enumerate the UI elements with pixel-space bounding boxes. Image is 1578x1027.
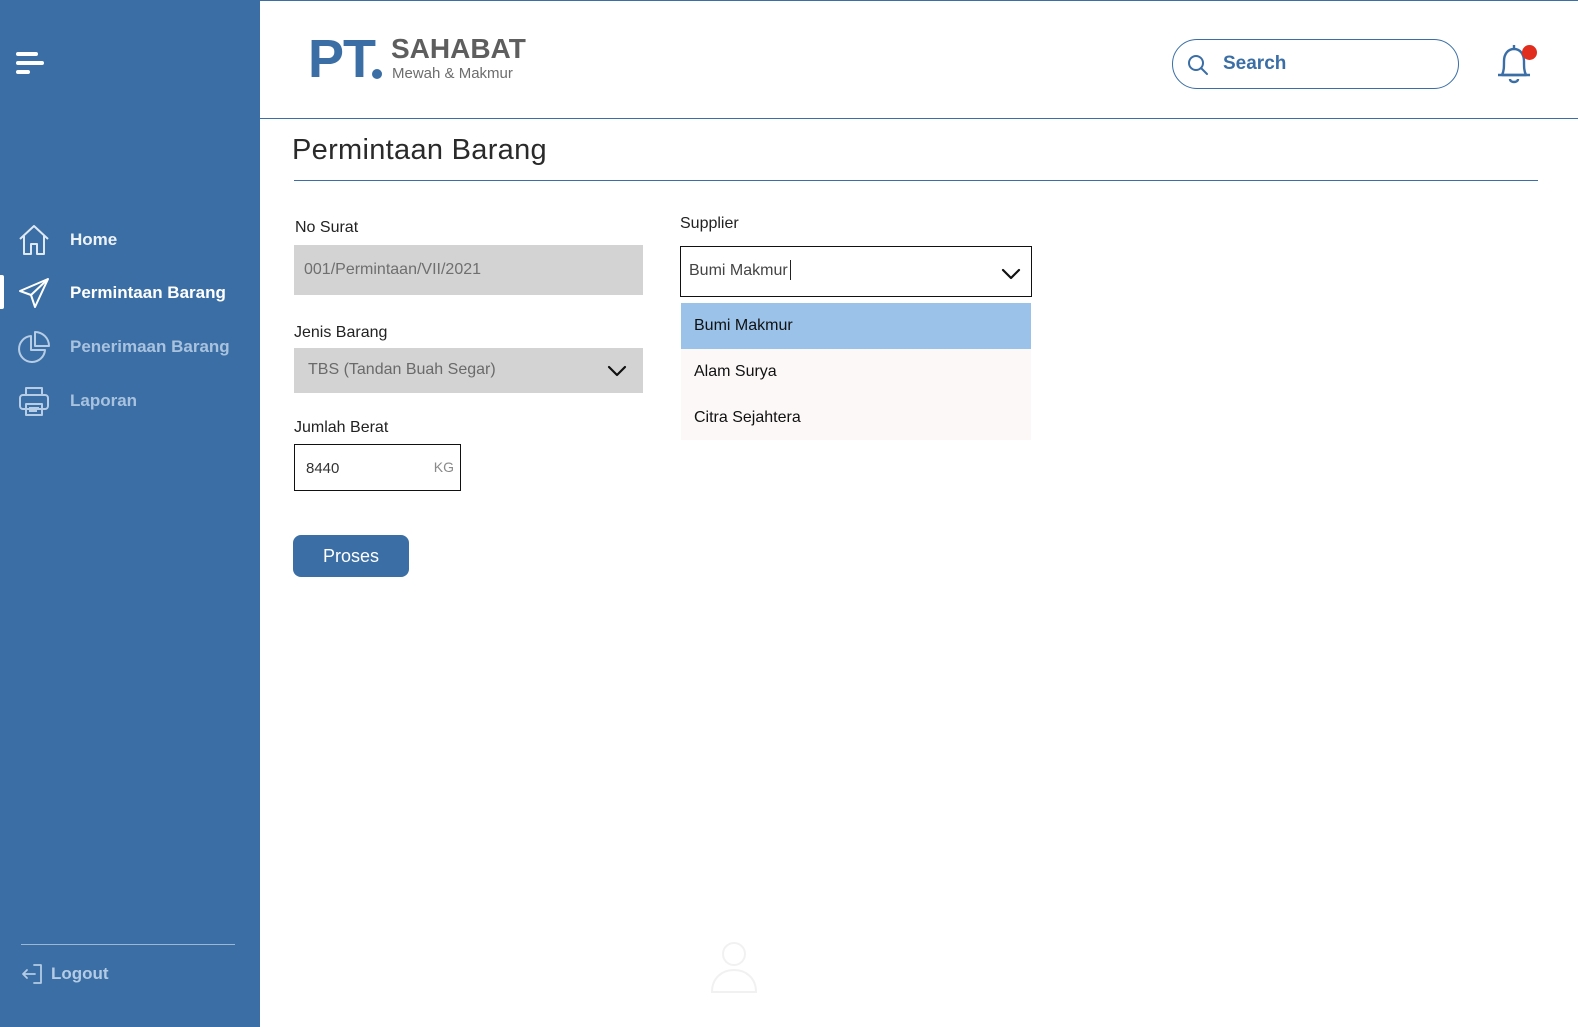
sidebar-item-label: Penerimaan Barang <box>70 337 230 356</box>
logo-dot <box>372 69 382 79</box>
user-watermark-icon <box>710 942 758 993</box>
notification-badge <box>1522 45 1537 60</box>
no-surat-label: No Surat <box>295 219 359 236</box>
no-surat-field[interactable] <box>294 245 643 295</box>
chevron-down-icon[interactable] <box>999 264 1023 284</box>
search-icon <box>1188 55 1208 75</box>
logout-label: Logout <box>51 964 109 983</box>
send-icon <box>19 278 49 308</box>
jenis-barang-select[interactable]: TBS (Tandan Buah Segar) <box>294 348 643 393</box>
printer-icon <box>19 387 49 416</box>
search-bar[interactable] <box>1172 39 1459 89</box>
logout-icon <box>22 964 42 984</box>
pie-chart-icon <box>18 331 50 363</box>
logout-button[interactable]: Logout <box>20 960 109 988</box>
sidebar-item-home[interactable]: Home <box>0 218 260 262</box>
sidebar-item-laporan[interactable]: Laporan <box>0 379 260 423</box>
chevron-down-icon <box>607 365 627 377</box>
page-title: Permintaan Barang <box>292 134 547 166</box>
sidebar-item-label: Permintaan Barang <box>70 283 226 302</box>
supplier-dropdown-list: Bumi Makmur Alam Surya Citra Sejahtera <box>681 303 1031 440</box>
weight-unit: KG <box>433 459 454 475</box>
logo-pt: PT <box>308 29 376 89</box>
title-divider <box>294 180 1538 181</box>
supplier-option[interactable]: Citra Sejahtera <box>681 395 1031 441</box>
jenis-barang-label: Jenis Barang <box>294 324 388 341</box>
top-header: PT SAHABAT Mewah & Makmur <box>260 0 1578 119</box>
search-input[interactable] <box>1223 51 1443 77</box>
sidebar: Home Permintaan Barang Penerimaan Barang… <box>0 0 260 1027</box>
sidebar-item-label: Home <box>70 230 118 249</box>
supplier-label: Supplier <box>680 215 739 232</box>
supplier-input[interactable] <box>689 260 989 282</box>
sidebar-item-label: Laporan <box>70 391 138 410</box>
proses-button[interactable]: Proses <box>293 535 409 577</box>
jumlah-berat-label: Jumlah Berat <box>294 419 389 436</box>
supplier-option[interactable]: Alam Surya <box>681 349 1031 395</box>
sidebar-divider <box>21 944 235 945</box>
menu-toggle-icon[interactable] <box>16 52 46 78</box>
supplier-option-label: Citra Sejahtera <box>694 409 801 426</box>
home-icon <box>19 225 49 255</box>
text-cursor <box>790 260 791 280</box>
sidebar-item-permintaan-barang[interactable]: Permintaan Barang <box>0 271 260 315</box>
supplier-option-label: Alam Surya <box>694 363 777 380</box>
supplier-combobox[interactable] <box>680 246 1032 297</box>
sidebar-item-penerimaan-barang[interactable]: Penerimaan Barang <box>0 325 260 369</box>
logo-company-name: SAHABAT <box>391 33 526 64</box>
supplier-option-label: Bumi Makmur <box>694 317 793 334</box>
supplier-option[interactable]: Bumi Makmur <box>681 303 1031 349</box>
jumlah-berat-field[interactable] <box>306 457 416 479</box>
jenis-barang-value: TBS (Tandan Buah Segar) <box>308 361 496 378</box>
logo-tagline: Mewah & Makmur <box>392 65 513 82</box>
jumlah-berat-box: KG <box>294 444 461 491</box>
